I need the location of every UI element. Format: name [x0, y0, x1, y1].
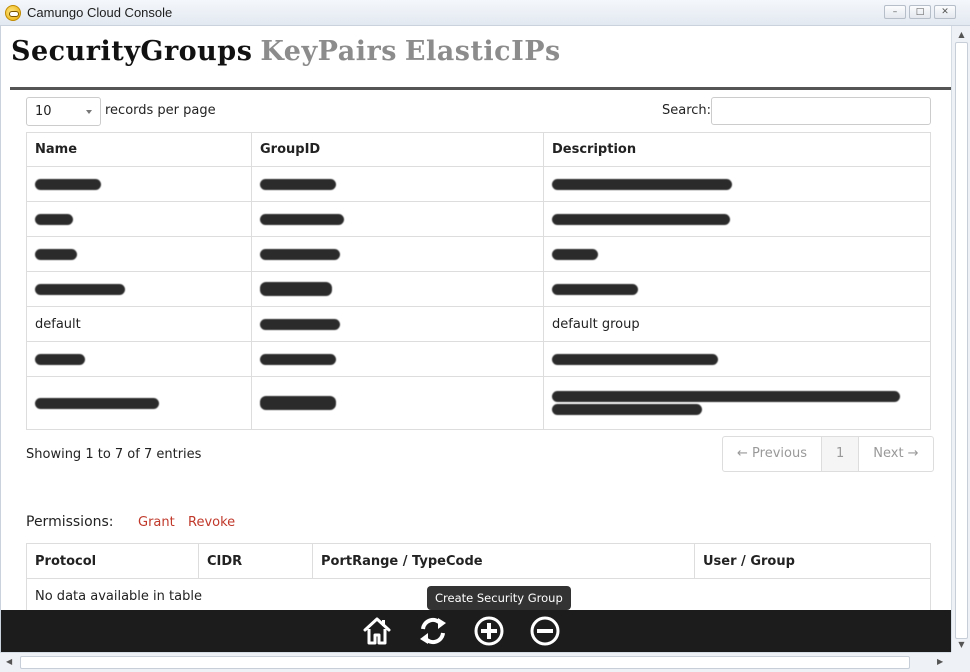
column-header-cidr[interactable]: CIDR	[198, 543, 313, 579]
column-header-name[interactable]: Name	[26, 132, 252, 167]
redacted-text	[552, 404, 702, 415]
redacted-text	[552, 248, 598, 260]
cell-groupid	[251, 166, 544, 202]
vertical-scrollbar[interactable]: ▲ ▼	[951, 26, 970, 652]
horizontal-scrollbar[interactable]: ◀ ▶	[0, 652, 951, 672]
nav-elastic-ips[interactable]: ElasticIPs	[405, 36, 561, 67]
column-header-user-group[interactable]: User / Group	[694, 543, 931, 579]
close-button[interactable]: ✕	[934, 5, 956, 19]
cell-groupid	[251, 376, 544, 430]
redacted-text	[35, 353, 85, 365]
table-row[interactable]: default default group	[26, 306, 931, 342]
tooltip: Create Security Group	[427, 586, 571, 610]
grant-link[interactable]: Grant	[138, 515, 175, 530]
app-logo-icon	[5, 5, 21, 21]
search-input[interactable]	[711, 97, 931, 125]
column-header-description[interactable]: Description	[543, 132, 931, 167]
table-row[interactable]	[26, 236, 931, 272]
cell-groupid	[251, 271, 544, 307]
nav-key-pairs[interactable]: KeyPairs	[260, 36, 397, 67]
column-header-groupid[interactable]: GroupID	[251, 132, 544, 167]
cell-groupid	[251, 306, 544, 342]
redacted-text	[552, 213, 730, 225]
section-nav: SecurityGroups KeyPairs ElasticIPs	[11, 36, 569, 67]
cell-groupid	[251, 341, 544, 377]
redacted-text	[260, 318, 340, 330]
cell-name	[26, 166, 252, 202]
cell-description	[543, 166, 931, 202]
page-length-value: 10	[35, 104, 52, 119]
scroll-up-icon[interactable]: ▲	[956, 29, 967, 40]
cell-name	[26, 271, 252, 307]
scrollbar-corner	[951, 652, 970, 672]
cell-description	[543, 341, 931, 377]
table-row[interactable]	[26, 341, 931, 377]
search-label: Search:	[662, 103, 712, 118]
vertical-scroll-thumb[interactable]	[955, 42, 968, 639]
cell-description	[543, 236, 931, 272]
security-groups-table: Name GroupID Description default default…	[26, 132, 931, 430]
redacted-text	[260, 353, 336, 365]
maximize-button[interactable]: □	[909, 5, 931, 19]
window-title: Camungo Cloud Console	[27, 5, 173, 20]
previous-page-button[interactable]: ← Previous	[723, 437, 822, 471]
content-area: SecurityGroups KeyPairs ElasticIPs 10 reco…	[0, 26, 951, 652]
redacted-text	[35, 283, 125, 295]
redacted-text	[552, 283, 638, 295]
cell-name	[26, 236, 252, 272]
cell-groupid	[251, 201, 544, 237]
window-titlebar: Camungo Cloud Console – □ ✕	[0, 0, 970, 26]
add-icon[interactable]	[473, 615, 505, 647]
page-number-button[interactable]: 1	[821, 437, 860, 471]
table-row[interactable]	[26, 201, 931, 237]
next-page-button[interactable]: Next →	[859, 437, 932, 471]
redacted-text	[260, 282, 332, 296]
redacted-text	[260, 178, 336, 190]
redacted-text	[260, 396, 336, 410]
horizontal-scroll-thumb[interactable]	[20, 656, 910, 669]
column-header-portrange[interactable]: PortRange / TypeCode	[312, 543, 695, 579]
column-header-protocol[interactable]: Protocol	[26, 543, 199, 579]
cell-name	[26, 376, 252, 430]
heading-divider	[10, 87, 951, 90]
scroll-down-icon[interactable]: ▼	[956, 639, 967, 650]
cell-description: default group	[543, 306, 931, 342]
redacted-text	[35, 248, 77, 260]
redacted-text	[260, 248, 340, 260]
table-row[interactable]	[26, 166, 931, 202]
redacted-text	[35, 397, 159, 409]
table-row[interactable]	[26, 271, 931, 307]
redacted-text	[260, 213, 344, 225]
cell-description	[543, 201, 931, 237]
scroll-left-icon[interactable]: ◀	[6, 657, 12, 666]
page-length-select[interactable]: 10	[26, 97, 101, 126]
remove-icon[interactable]	[529, 615, 561, 647]
cell-name: default	[26, 306, 252, 342]
cell-name	[26, 201, 252, 237]
cell-groupid	[251, 236, 544, 272]
redacted-text	[35, 213, 73, 225]
nav-security-groups[interactable]: SecurityGroups	[11, 36, 252, 67]
revoke-link[interactable]: Revoke	[188, 515, 235, 530]
home-icon[interactable]	[361, 615, 393, 647]
chevron-down-icon	[86, 110, 92, 114]
cell-description	[543, 376, 931, 430]
permissions-label: Permissions:	[26, 514, 114, 530]
bottom-toolbar	[1, 610, 951, 652]
records-per-page-label: records per page	[105, 103, 216, 118]
cell-name	[26, 341, 252, 377]
refresh-icon[interactable]	[417, 615, 449, 647]
table-row[interactable]	[26, 376, 931, 430]
redacted-text	[552, 178, 732, 190]
table-info-text: Showing 1 to 7 of 7 entries	[26, 447, 202, 462]
redacted-text	[35, 178, 101, 190]
pagination: ← Previous 1 Next →	[722, 436, 934, 472]
scroll-right-icon[interactable]: ▶	[937, 657, 943, 666]
redacted-text	[552, 391, 900, 402]
cell-description	[543, 271, 931, 307]
minimize-button[interactable]: –	[884, 5, 906, 19]
redacted-text	[552, 353, 718, 365]
